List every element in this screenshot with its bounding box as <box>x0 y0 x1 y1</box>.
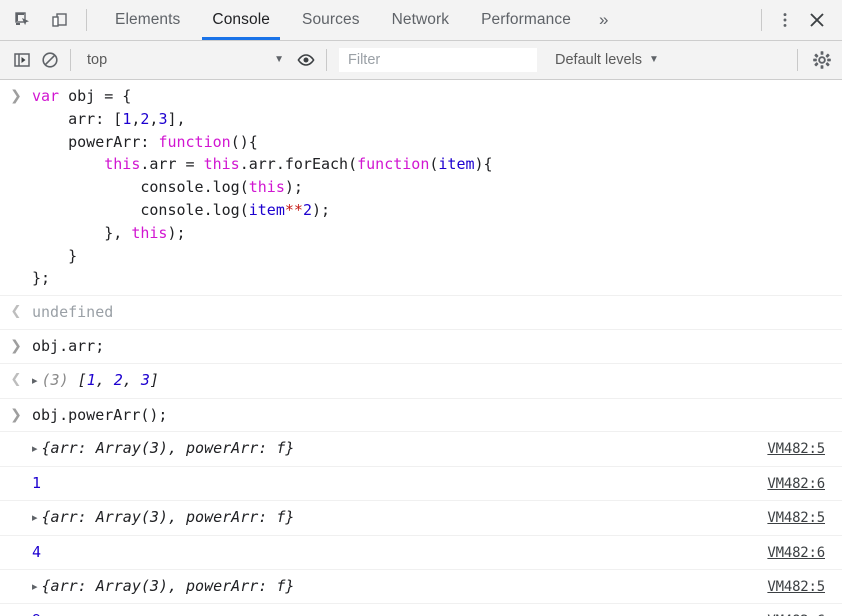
tab-network-label: Network <box>391 11 450 28</box>
console-command-source: var obj = { arr: [1,2,3], powerArr: func… <box>32 87 493 288</box>
tab-console-label: Console <box>212 11 270 28</box>
source-link[interactable]: VM482:5 <box>767 507 825 530</box>
execution-context-value: top <box>87 52 108 68</box>
toolbar-divider-1 <box>70 49 71 71</box>
console-log-row[interactable]: ▸ {arr: Array(3), powerArr: f} VM482:5 <box>0 570 842 605</box>
execution-context-selector[interactable]: top ▼ <box>77 47 292 73</box>
tab-bar-divider <box>86 9 87 31</box>
input-marker: ❯ <box>10 88 22 104</box>
tab-overflow-more-icon[interactable]: » <box>587 0 621 40</box>
tab-elements[interactable]: Elements <box>99 0 196 40</box>
close-icon[interactable] <box>802 5 832 35</box>
object-preview-text: {arr: Array(3), powerArr: f} <box>41 507 295 526</box>
console-object-preview[interactable]: ▸ {arr: Array(3), powerArr: f} <box>32 437 842 461</box>
array-open-bracket: [ <box>77 370 87 389</box>
console-toolbar-right <box>791 46 836 74</box>
array-close-bracket: ] <box>149 370 159 389</box>
console-command-source: obj.powerArr(); <box>32 405 168 424</box>
object-preview-text: {arr: Array(3), powerArr: f} <box>41 576 295 595</box>
more-options-icon[interactable] <box>770 5 800 35</box>
tab-sources-label: Sources <box>302 11 360 28</box>
tab-performance-label: Performance <box>481 11 571 28</box>
source-link[interactable]: VM482:6 <box>767 542 825 565</box>
chevron-double-right-icon: » <box>598 10 609 29</box>
array-value: 3 <box>140 370 150 389</box>
source-link[interactable]: VM482:6 <box>767 610 825 616</box>
console-result-value: undefined <box>32 303 114 322</box>
tab-bar-right-icons <box>755 0 842 40</box>
console-output[interactable]: ❯ var obj = { arr: [1,2,3], powerArr: fu… <box>0 80 842 616</box>
console-command-row[interactable]: ❯ var obj = { arr: [1,2,3], powerArr: fu… <box>0 80 842 297</box>
source-link[interactable]: VM482:5 <box>767 576 825 599</box>
console-result-row[interactable]: ❮ ▸ (3) [1, 2, 3] <box>0 364 842 399</box>
tab-performance[interactable]: Performance <box>465 0 587 40</box>
console-array-result[interactable]: ▸ (3) [1, 2, 3] <box>32 369 842 393</box>
console-log-row[interactable]: ▸ {arr: Array(3), powerArr: f} VM482:5 <box>0 432 842 468</box>
console-command-row[interactable]: ❯ obj.arr; <box>0 330 842 364</box>
console-object-preview[interactable]: ▸ {arr: Array(3), powerArr: f} <box>32 506 842 530</box>
input-marker: ❯ <box>10 337 22 354</box>
tab-elements-label: Elements <box>115 11 181 28</box>
console-object-preview[interactable]: ▸ {arr: Array(3), powerArr: f} <box>32 575 842 599</box>
tab-console[interactable]: Console <box>196 0 286 40</box>
log-levels-label: Default levels <box>555 52 643 68</box>
expand-arrow-icon[interactable]: ▸ <box>32 438 38 461</box>
result-marker: ❮ <box>10 371 22 387</box>
console-log-row: 9 VM482:6 <box>0 604 842 616</box>
devtools-tab-bar: Elements Console Sources Network Perform… <box>0 0 842 41</box>
console-result-row: ❮ undefined <box>0 296 842 330</box>
tab-bar-right-divider <box>761 9 762 31</box>
console-log-value: 9 <box>32 609 842 616</box>
result-marker: ❮ <box>10 304 22 320</box>
tab-network[interactable]: Network <box>376 0 466 40</box>
source-link[interactable]: VM482:6 <box>767 473 825 496</box>
expand-arrow-icon[interactable]: ▸ <box>32 507 38 530</box>
filter-input[interactable] <box>339 48 537 72</box>
array-value: 1 <box>86 370 96 389</box>
console-command-source: obj.arr; <box>32 336 105 355</box>
console-log-value: 1 <box>32 474 42 493</box>
console-log-row[interactable]: ▸ {arr: Array(3), powerArr: f} VM482:5 <box>0 501 842 536</box>
object-preview-text: {arr: Array(3), powerArr: f} <box>41 439 295 458</box>
console-command-row[interactable]: ❯ obj.powerArr(); <box>0 399 842 433</box>
device-toolbar-icon[interactable] <box>44 5 74 35</box>
devtools-window: Elements Console Sources Network Perform… <box>0 0 842 616</box>
console-log-value: 4 <box>32 542 42 561</box>
log-levels-dropdown[interactable]: Default levels ▼ <box>549 52 665 68</box>
chevron-down-icon: ▼ <box>274 54 284 65</box>
console-log-row: 4 VM482:6 <box>0 536 842 570</box>
console-log-row: 1 VM482:6 <box>0 467 842 501</box>
tab-sources[interactable]: Sources <box>286 0 376 40</box>
expand-arrow-icon[interactable]: ▸ <box>32 576 38 599</box>
toolbar-divider-3 <box>797 49 798 71</box>
clear-console-icon[interactable] <box>36 46 64 74</box>
panel-tabs: Elements Console Sources Network Perform… <box>99 0 621 40</box>
array-value: 2 <box>113 370 123 389</box>
inspect-element-icon[interactable] <box>8 5 38 35</box>
array-length: (3) <box>41 370 69 389</box>
input-marker: ❯ <box>10 406 22 423</box>
tab-bar-left-icons <box>0 0 99 40</box>
live-expression-eye-icon[interactable] <box>292 46 320 74</box>
chevron-down-icon: ▼ <box>649 54 659 65</box>
toolbar-divider-2 <box>326 49 327 71</box>
console-toolbar: top ▼ Default levels ▼ <box>0 41 842 80</box>
console-sidebar-icon[interactable] <box>8 46 36 74</box>
settings-gear-icon[interactable] <box>808 46 836 74</box>
source-link[interactable]: VM482:5 <box>767 438 825 461</box>
expand-arrow-icon[interactable]: ▸ <box>32 370 38 393</box>
